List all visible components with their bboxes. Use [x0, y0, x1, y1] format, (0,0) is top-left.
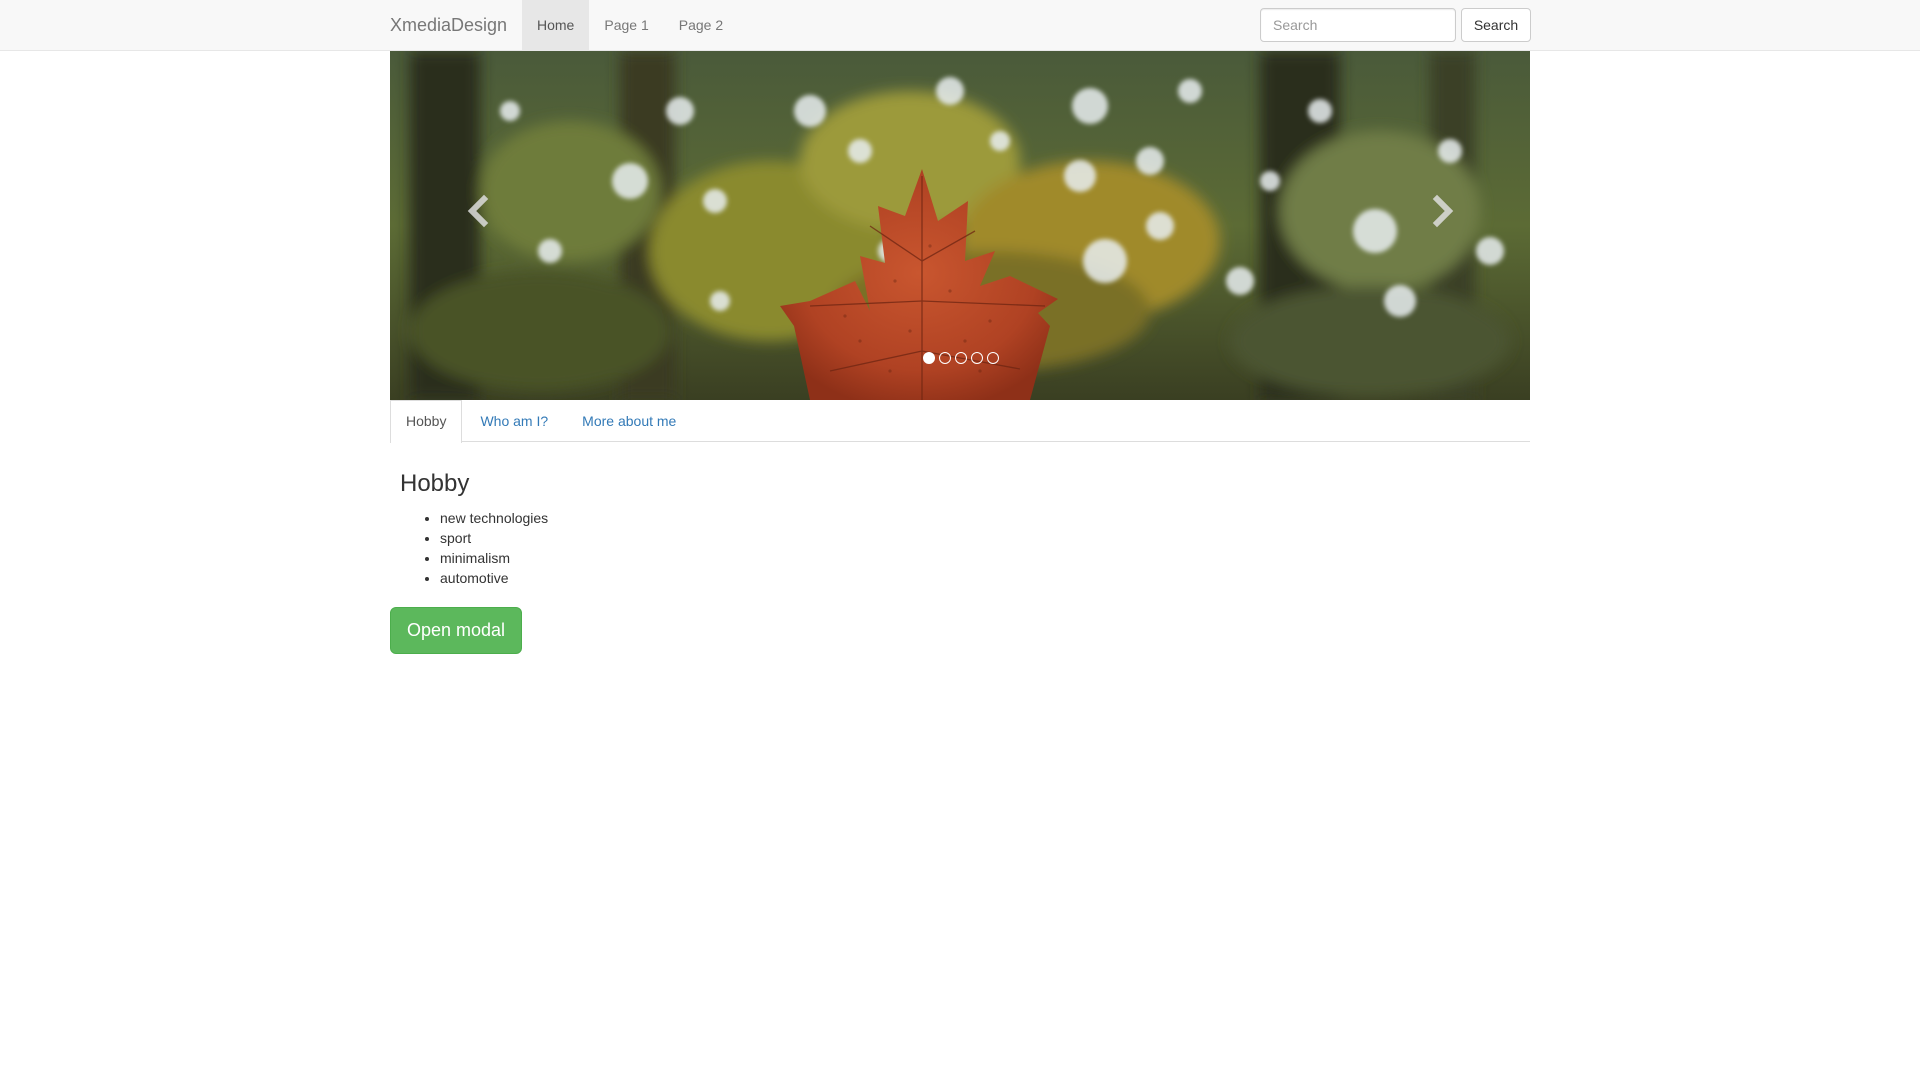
nav-link-page-2[interactable]: Page 2 — [664, 0, 738, 50]
nav-link-home[interactable]: Home — [522, 0, 590, 50]
carousel-indicator-5[interactable] — [987, 352, 999, 364]
nav-links: Home Page 1 Page 2 — [522, 0, 738, 50]
chevron-left-icon — [467, 194, 489, 228]
content-tabs: Hobby Who am I? More about me — [390, 400, 1530, 443]
chevron-right-icon — [1432, 194, 1454, 228]
list-item: minimalism — [440, 548, 548, 568]
carousel-indicator-3[interactable] — [955, 352, 967, 364]
carousel-indicator-1[interactable] — [923, 352, 935, 364]
image-carousel — [390, 51, 1530, 400]
section-title: Hobby — [400, 470, 470, 497]
carousel-prev-button[interactable] — [459, 191, 499, 231]
carousel-indicators — [923, 352, 999, 364]
tab-hobby[interactable]: Hobby — [390, 400, 463, 443]
list-item: sport — [440, 528, 548, 548]
list-item: new technologies — [440, 508, 548, 528]
list-item: automotive — [440, 568, 548, 588]
carousel-indicator-4[interactable] — [971, 352, 983, 364]
nav-link-page-1[interactable]: Page 1 — [589, 0, 663, 50]
search-form: Search — [1260, 8, 1531, 42]
top-navbar: XmediaDesign Home Page 1 Page 2 Search — [0, 0, 1920, 51]
tab-who-am-i[interactable]: Who am I? — [464, 400, 564, 442]
search-button[interactable]: Search — [1461, 8, 1531, 42]
carousel-indicator-2[interactable] — [939, 352, 951, 364]
open-modal-button[interactable]: Open modal — [390, 607, 522, 654]
carousel-slide-image — [390, 51, 1530, 400]
hobby-list: new technologies sport minimalism automo… — [400, 508, 548, 588]
carousel-next-button[interactable] — [1422, 191, 1462, 231]
tab-more-about-me[interactable]: More about me — [566, 400, 692, 442]
search-input[interactable] — [1260, 8, 1456, 42]
brand-logo-link[interactable]: XmediaDesign — [390, 0, 507, 50]
